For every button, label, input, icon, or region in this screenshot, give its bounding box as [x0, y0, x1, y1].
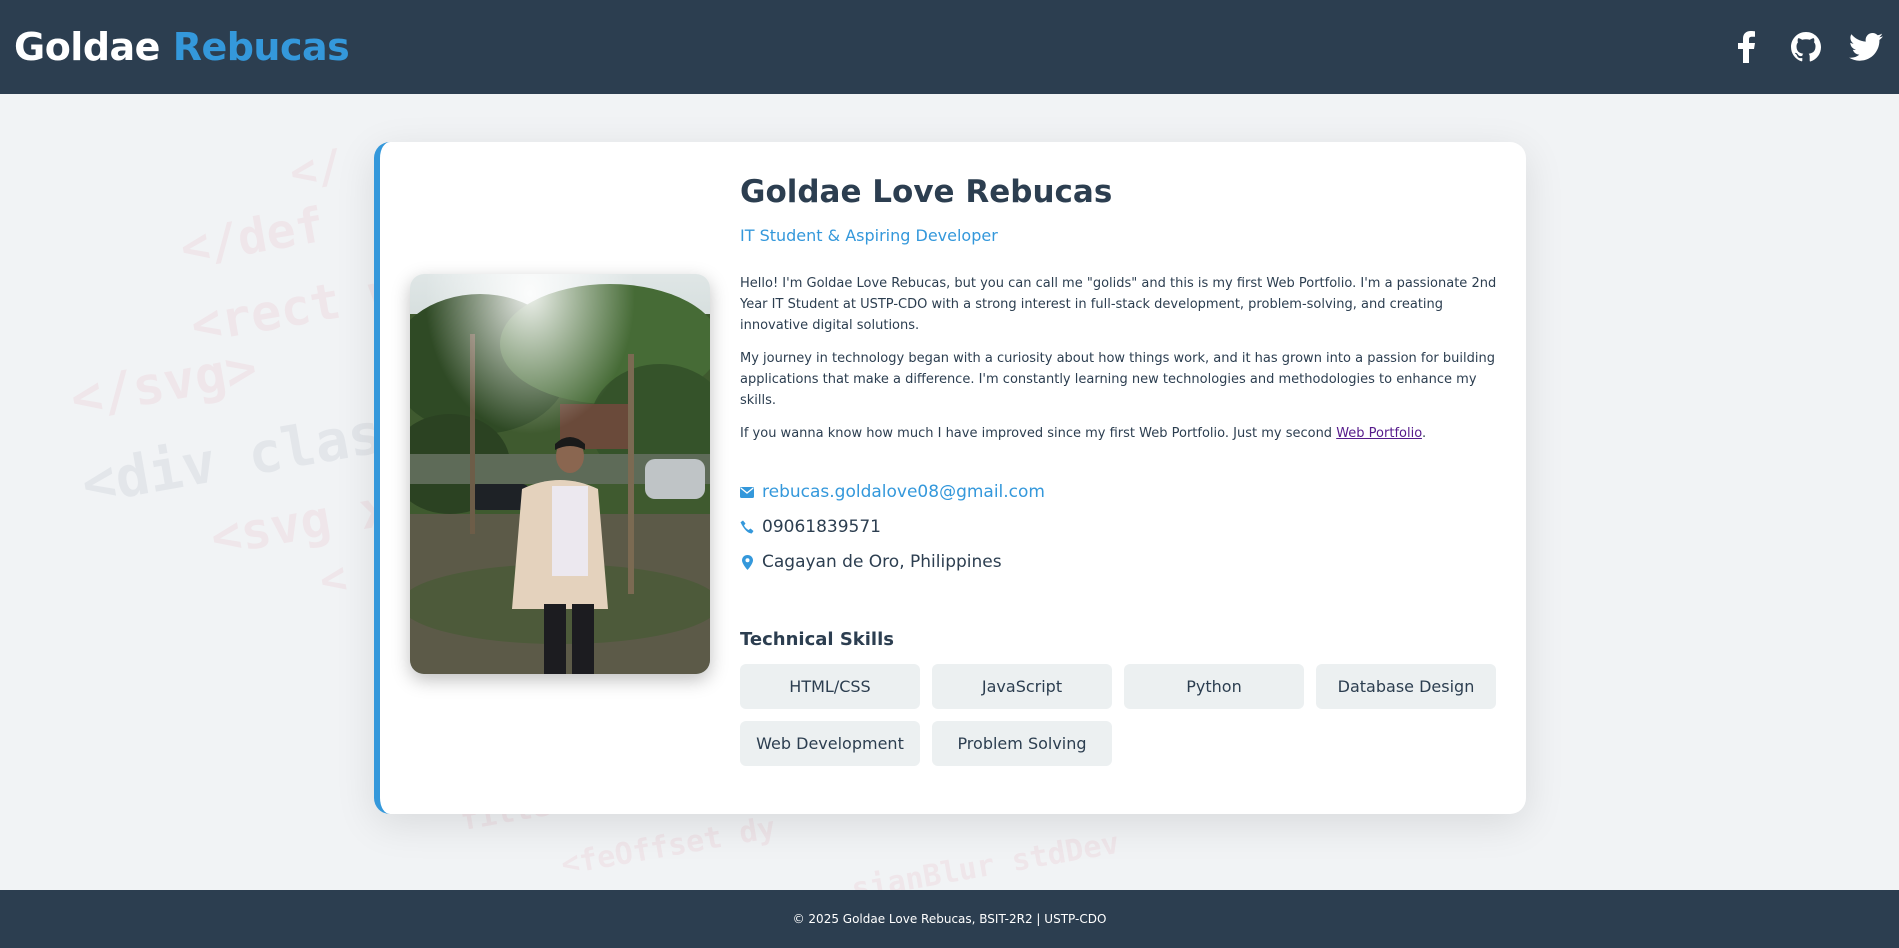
contact-email[interactable]: rebucas.goldalove08@gmail.com: [740, 480, 1500, 504]
skill-chip: HTML/CSS: [740, 664, 920, 709]
bio-paragraph-3-text: If you wanna know how much I have improv…: [740, 426, 1337, 441]
bio-paragraph-2: My journey in technology began with a cu…: [740, 351, 1495, 408]
bio-paragraph-3: If you wanna know how much I have improv…: [740, 423, 1500, 444]
location-value: Cagayan de Oro, Philippines: [762, 552, 1002, 572]
github-icon[interactable]: [1789, 30, 1823, 64]
contact-phone: 09061839571: [740, 515, 1500, 539]
skill-chip: Database Design: [1316, 664, 1496, 709]
web-portfolio-link[interactable]: Web Portfolio: [1336, 426, 1422, 441]
profile-info: Goldae Love Rebucas IT Student & Aspirin…: [740, 174, 1500, 766]
site-header: Goldae Rebucas: [0, 0, 1899, 94]
facebook-icon[interactable]: [1729, 30, 1763, 64]
skill-chip: Web Development: [740, 721, 920, 766]
envelope-icon: [740, 486, 754, 498]
profile-name: Goldae Love Rebucas: [740, 174, 1113, 210]
skill-chip: JavaScript: [932, 664, 1112, 709]
contact-list: rebucas.goldalove08@gmail.com 0906183957…: [740, 480, 1500, 574]
bio-paragraph-1: Hello! I'm Goldae Love Rebucas, but you …: [740, 276, 1497, 333]
map-pin-icon: [740, 554, 754, 570]
phone-value: 09061839571: [762, 517, 881, 537]
contact-location: Cagayan de Oro, Philippines: [740, 550, 1500, 574]
twitter-icon[interactable]: [1849, 30, 1883, 64]
site-footer: © 2025 Goldae Love Rebucas, BSIT-2R2 | U…: [0, 890, 1899, 948]
footer-text: © 2025 Goldae Love Rebucas, BSIT-2R2 | U…: [792, 912, 1107, 926]
social-links: [1729, 30, 1883, 64]
skill-chip: Problem Solving: [932, 721, 1112, 766]
profile-photo: [410, 274, 710, 674]
profile-card: Goldae Love Rebucas IT Student & Aspirin…: [374, 142, 1526, 814]
brand-logo[interactable]: Goldae Rebucas: [14, 25, 350, 69]
bio-paragraph-3-end: .: [1421, 426, 1427, 441]
bio-section: Hello! I'm Goldae Love Rebucas, but you …: [740, 273, 1500, 444]
email-value: rebucas.goldalove08@gmail.com: [762, 482, 1045, 502]
skills-title: Technical Skills: [740, 629, 894, 650]
profile-role: IT Student & Aspiring Developer: [740, 226, 998, 245]
phone-icon: [740, 520, 754, 534]
skill-chip: Python: [1124, 664, 1304, 709]
brand-last-name: Rebucas: [172, 25, 350, 69]
skills-grid: HTML/CSS JavaScript Python Database Desi…: [740, 664, 1500, 766]
brand-first-name: Goldae: [14, 25, 160, 69]
